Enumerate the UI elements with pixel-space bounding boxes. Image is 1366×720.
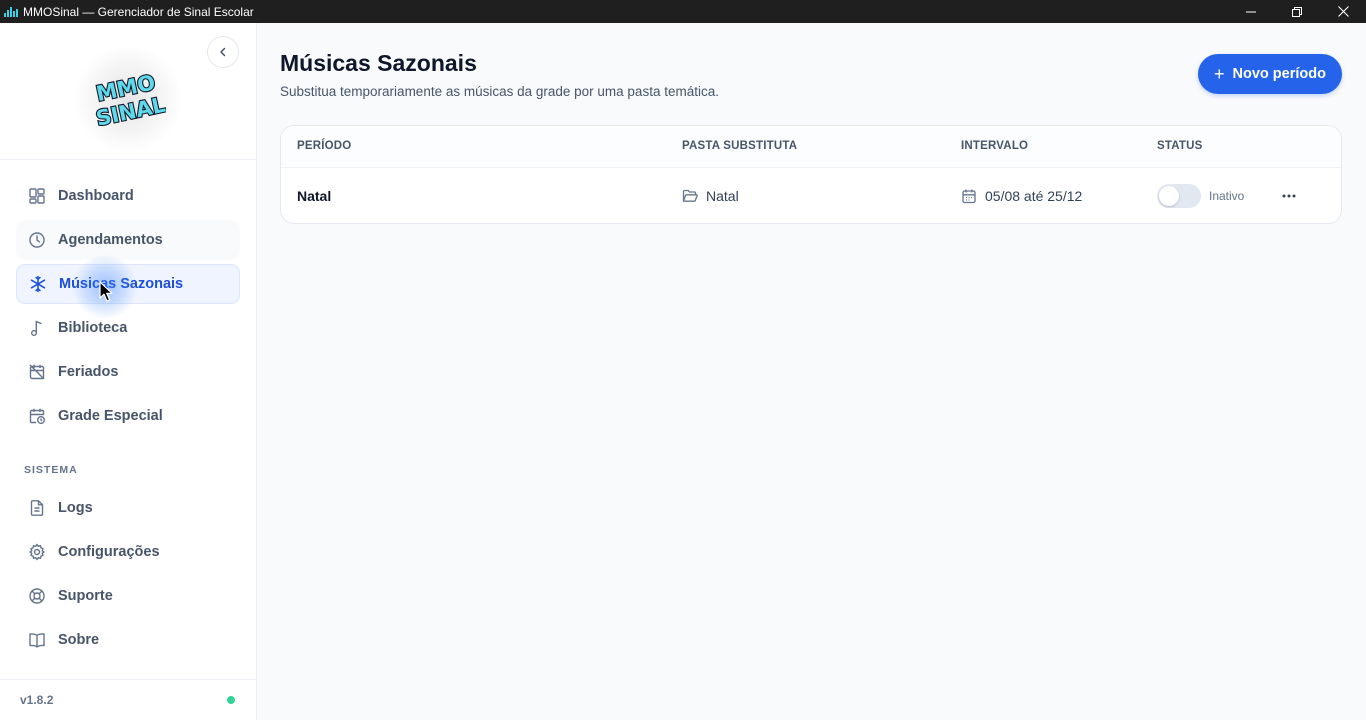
table-header: PERÍODO PASTA SUBSTITUTA INTERVALO STATU… — [281, 126, 1341, 168]
sidebar-item-agendamentos[interactable]: Agendamentos — [16, 220, 240, 260]
status-text: Inativo — [1209, 189, 1245, 203]
page-subtitle: Substitua temporariamente as músicas da … — [280, 84, 719, 99]
gear-icon — [28, 543, 46, 561]
sidebar-footer-divider — [0, 679, 256, 680]
sidebar-item-label: Agendamentos — [58, 232, 163, 248]
sidebar-divider — [0, 159, 256, 160]
sidebar-item-label: Suporte — [58, 588, 113, 604]
column-header-periodo: PERÍODO — [297, 140, 352, 152]
sidebar-item-label: Logs — [58, 500, 93, 516]
column-header-status: STATUS — [1157, 140, 1203, 152]
folder-open-icon — [682, 188, 698, 204]
main-nav: Dashboard Agendamentos Músicas Sazonais … — [16, 176, 240, 440]
sidebar-item-sobre[interactable]: Sobre — [16, 620, 240, 660]
sidebar-item-label: Configurações — [58, 544, 160, 560]
close-icon — [1337, 6, 1349, 17]
app-icon — [4, 6, 18, 17]
table-row[interactable]: Natal Natal 05/08 até 25/12 Inativo — [281, 168, 1341, 223]
close-button[interactable] — [1320, 0, 1366, 23]
cell-status: Inativo — [1157, 168, 1245, 223]
sidebar-item-configuracoes[interactable]: Configurações — [16, 532, 240, 572]
chevron-left-icon — [220, 47, 226, 57]
sidebar-item-label: Músicas Sazonais — [59, 276, 184, 292]
cell-interval: 05/08 até 25/12 — [961, 168, 1083, 223]
sidebar-item-dashboard[interactable]: Dashboard — [16, 176, 240, 216]
restore-icon — [1292, 6, 1302, 17]
dashboard-icon — [28, 187, 46, 205]
sidebar-item-label: Dashboard — [58, 188, 134, 204]
plus-icon: + — [1214, 64, 1225, 84]
logo-container: MMO SINAL — [70, 47, 186, 151]
sidebar-item-feriados[interactable]: Feriados — [16, 352, 240, 392]
new-period-button[interactable]: + Novo período — [1198, 54, 1342, 94]
collapse-sidebar-button[interactable] — [207, 36, 239, 68]
sidebar-item-label: Feriados — [58, 364, 119, 380]
lifebuoy-icon — [28, 587, 46, 605]
music-note-icon — [28, 319, 46, 337]
row-actions-button[interactable] — [1277, 184, 1301, 208]
folder-name: Natal — [706, 188, 739, 204]
restore-button[interactable] — [1274, 0, 1320, 23]
section-label-sistema: SISTEMA — [24, 464, 78, 476]
status-toggle[interactable] — [1157, 184, 1201, 208]
sidebar-item-logs[interactable]: Logs — [16, 488, 240, 528]
sidebar: MMO SINAL Dashboard Agendamentos Músicas… — [0, 23, 257, 720]
more-horizontal-icon — [1282, 194, 1296, 198]
minimize-icon — [1246, 11, 1256, 12]
toggle-knob — [1159, 186, 1179, 206]
sidebar-item-grade-especial[interactable]: Grade Especial — [16, 396, 240, 436]
sidebar-item-label: Biblioteca — [58, 320, 128, 336]
calendar-icon — [961, 188, 977, 204]
calendar-clock-icon — [28, 407, 46, 425]
period-name: Natal — [297, 188, 332, 204]
calendar-off-icon — [28, 363, 46, 381]
snowflake-icon — [29, 275, 47, 293]
window-titlebar: MMOSinal — Gerenciador de Sinal Escolar — [0, 0, 1366, 23]
sidebar-item-musicas-sazonais[interactable]: Músicas Sazonais — [16, 264, 240, 304]
sidebar-item-biblioteca[interactable]: Biblioteca — [16, 308, 240, 348]
clock-icon — [28, 231, 46, 249]
minimize-button[interactable] — [1228, 0, 1274, 23]
sidebar-item-label: Sobre — [58, 632, 100, 648]
column-header-pasta: PASTA SUBSTITUTA — [682, 140, 798, 152]
page-title: Músicas Sazonais — [280, 50, 477, 76]
book-open-icon — [28, 631, 46, 649]
seasonal-table: PERÍODO PASTA SUBSTITUTA INTERVALO STATU… — [280, 125, 1342, 224]
window-title: MMOSinal — Gerenciador de Sinal Escolar — [23, 4, 254, 19]
connection-status-dot — [227, 696, 235, 704]
new-period-label: Novo período — [1232, 66, 1326, 82]
cell-period: Natal — [297, 168, 332, 223]
column-header-intervalo: INTERVALO — [961, 140, 1029, 152]
interval-text: 05/08 até 25/12 — [985, 188, 1083, 204]
sidebar-item-suporte[interactable]: Suporte — [16, 576, 240, 616]
file-text-icon — [28, 499, 46, 517]
app-version: v1.8.2 — [20, 693, 54, 707]
cell-folder: Natal — [682, 168, 739, 223]
system-nav: Logs Configurações Suporte Sobre — [16, 488, 240, 664]
sidebar-item-label: Grade Especial — [58, 408, 163, 424]
logo: MMO SINAL — [93, 69, 166, 131]
